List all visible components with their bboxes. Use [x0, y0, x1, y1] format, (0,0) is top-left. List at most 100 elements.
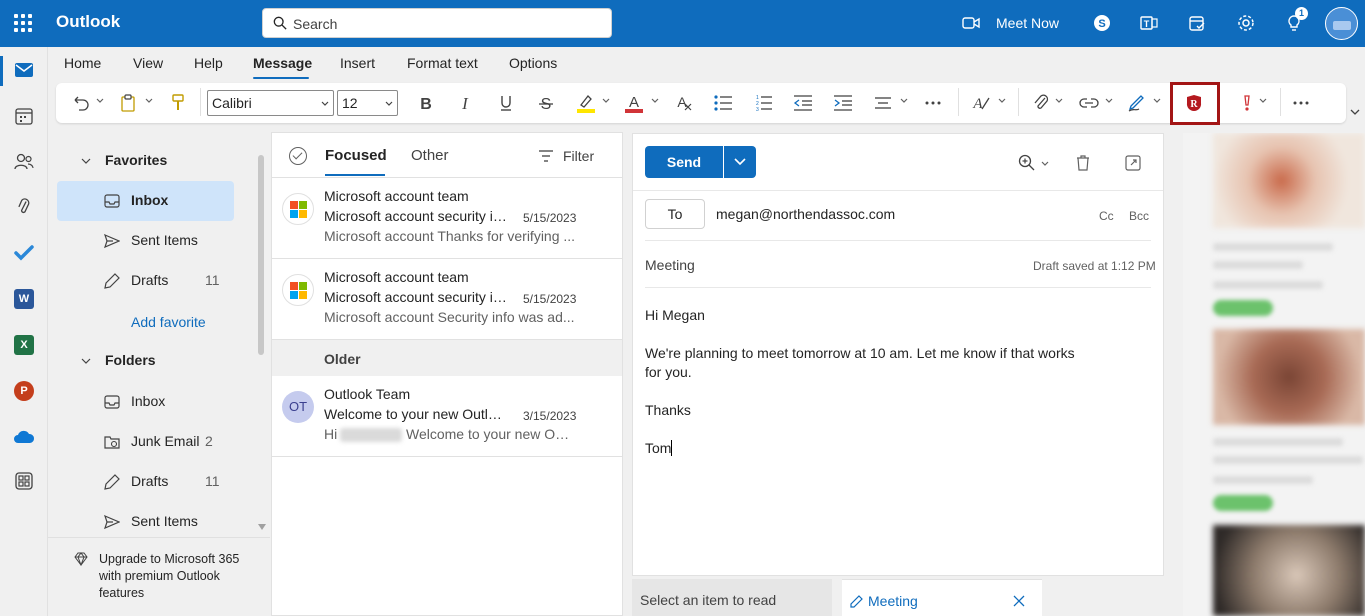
signature-icon[interactable] [1126, 93, 1148, 113]
my-day-icon[interactable] [1188, 14, 1206, 32]
cc-button[interactable]: Cc [1099, 209, 1114, 223]
font-size-select[interactable]: 12 [337, 90, 398, 116]
ribbon-expand-chevron-icon[interactable] [1350, 107, 1360, 117]
increase-indent-icon[interactable] [832, 93, 854, 113]
align-icon[interactable] [872, 93, 894, 113]
pop-out-icon[interactable] [1124, 154, 1142, 172]
strikethrough-icon[interactable]: S [535, 93, 557, 113]
font-family-select[interactable]: Calibri [207, 90, 334, 116]
reading-pane-tab[interactable]: Select an item to read [632, 579, 832, 616]
bcc-button[interactable]: Bcc [1129, 209, 1149, 223]
tab-message[interactable]: Message [253, 55, 312, 71]
todo-icon[interactable] [12, 241, 36, 265]
folders-chevron-down-icon[interactable] [81, 356, 91, 366]
add-favorite-link[interactable]: Add favorite [131, 314, 206, 330]
paste-icon[interactable] [118, 93, 140, 113]
format-painter-icon[interactable] [167, 93, 189, 113]
highlight-chevron-down-icon[interactable] [602, 97, 610, 105]
decrease-indent-icon[interactable] [792, 93, 814, 113]
settings-gear-icon[interactable] [1237, 14, 1255, 32]
styles-icon[interactable]: A [970, 93, 992, 113]
send-button[interactable]: Send [645, 146, 723, 178]
favorite-sent-items[interactable]: Sent Items [57, 221, 234, 261]
close-icon[interactable] [1013, 595, 1025, 607]
people-icon[interactable] [12, 149, 36, 173]
skype-icon[interactable]: S [1093, 14, 1111, 32]
powerpoint-icon[interactable]: P [12, 379, 36, 403]
upgrade-banner[interactable]: Upgrade to Microsoft 365 with premium Ou… [48, 537, 270, 616]
list-item[interactable]: Microsoft account team Microsoft account… [272, 178, 622, 259]
list-item[interactable]: Microsoft account team Microsoft account… [272, 259, 622, 340]
underline-icon[interactable] [495, 93, 517, 113]
tab-other[interactable]: Other [411, 147, 449, 164]
bullets-icon[interactable] [712, 93, 734, 113]
favorites-chevron-down-icon[interactable] [81, 156, 91, 166]
signature-chevron-down-icon[interactable] [1153, 97, 1161, 105]
tab-insert[interactable]: Insert [340, 55, 375, 71]
favorites-header[interactable]: Favorites [105, 152, 167, 168]
insert-link-icon[interactable] [1078, 93, 1100, 113]
mail-icon[interactable] [12, 58, 36, 82]
importance-chevron-down-icon[interactable] [1259, 97, 1267, 105]
group-header-older[interactable]: Older [272, 340, 622, 376]
meet-now-button[interactable]: Meet Now [962, 12, 1059, 34]
subject-field[interactable]: Meeting [645, 257, 695, 273]
tab-focused[interactable]: Focused [325, 147, 387, 164]
more-options-icon[interactable] [1290, 93, 1312, 113]
excel-icon[interactable]: X [12, 333, 36, 357]
attach-chevron-down-icon[interactable] [1055, 97, 1063, 105]
folders-header[interactable]: Folders [105, 352, 156, 368]
folder-sent-items[interactable]: Sent Items [57, 502, 234, 542]
discard-trash-icon[interactable] [1074, 154, 1092, 172]
filter-button[interactable]: Filter [539, 148, 594, 164]
list-item[interactable]: OT Outlook Team Welcome to your new Outl… [272, 376, 622, 457]
font-color-chevron-down-icon[interactable] [651, 97, 659, 105]
folder-junk-email[interactable]: Junk Email 2 [57, 422, 234, 462]
attach-file-icon[interactable] [1030, 93, 1052, 113]
font-color-icon[interactable]: A [623, 93, 645, 113]
undo-icon[interactable] [70, 93, 92, 113]
favorite-inbox[interactable]: Inbox [57, 181, 234, 221]
to-button[interactable]: To [645, 199, 705, 229]
tab-help[interactable]: Help [194, 55, 223, 71]
link-chevron-down-icon[interactable] [1105, 97, 1113, 105]
more-apps-icon[interactable] [12, 469, 36, 493]
tab-home[interactable]: Home [64, 55, 101, 71]
attachment-icon[interactable] [12, 195, 36, 219]
favorite-drafts[interactable]: Drafts 11 [57, 261, 234, 301]
scroll-down-arrow-icon[interactable] [258, 524, 266, 530]
undo-chevron-down-icon[interactable] [96, 97, 104, 105]
folder-drafts[interactable]: Drafts 11 [57, 462, 234, 502]
more-formatting-icon[interactable] [922, 93, 944, 113]
search-box[interactable] [262, 8, 612, 38]
draft-tab-meeting[interactable]: Meeting [842, 579, 1042, 616]
zoom-chevron-down-icon[interactable] [1041, 160, 1049, 168]
search-input[interactable] [293, 13, 603, 35]
tab-options[interactable]: Options [509, 55, 557, 71]
account-avatar[interactable] [1325, 7, 1358, 40]
teams-icon[interactable]: T [1140, 14, 1158, 32]
align-chevron-down-icon[interactable] [900, 97, 908, 105]
folder-pane-scrollbar[interactable] [258, 155, 264, 355]
paste-chevron-down-icon[interactable] [145, 97, 153, 105]
styles-chevron-down-icon[interactable] [998, 97, 1006, 105]
highlight-icon[interactable] [575, 93, 597, 113]
bold-icon[interactable]: B [415, 93, 437, 113]
message-body[interactable]: Hi Megan We're planning to meet tomorrow… [645, 306, 1085, 477]
to-recipient[interactable]: megan@northendassoc.com [716, 206, 895, 222]
folder-inbox[interactable]: Inbox [57, 382, 234, 422]
zoom-icon[interactable] [1018, 154, 1036, 172]
select-all-check-icon[interactable] [289, 147, 307, 165]
word-icon[interactable]: W [12, 287, 36, 311]
calendar-icon[interactable] [12, 104, 36, 128]
onedrive-icon[interactable] [12, 425, 36, 449]
tab-format-text[interactable]: Format text [407, 55, 478, 71]
importance-icon[interactable] [1236, 93, 1258, 113]
italic-icon[interactable]: I [454, 93, 476, 113]
tab-view[interactable]: View [133, 55, 163, 71]
app-title[interactable]: Outlook [56, 12, 120, 32]
clear-formatting-icon[interactable]: A [673, 93, 695, 113]
numbering-icon[interactable]: 123 [752, 93, 774, 113]
send-options-button[interactable] [724, 146, 756, 178]
app-launcher-icon[interactable] [14, 14, 32, 32]
